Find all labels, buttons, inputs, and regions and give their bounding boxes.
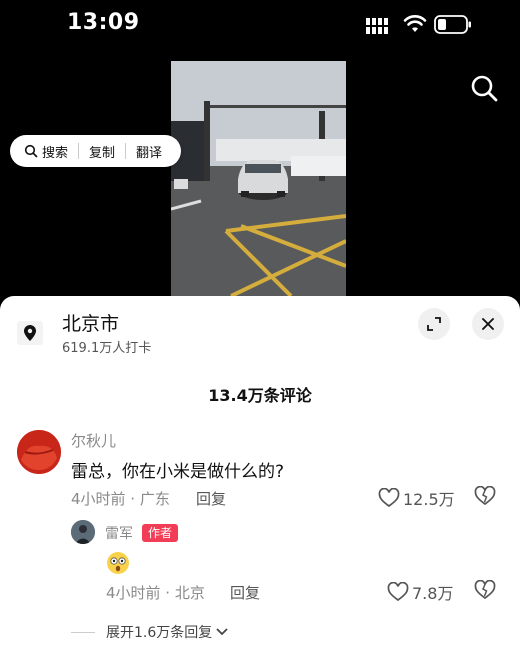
close-icon [482,318,494,330]
surprised-emoji-icon [107,552,129,574]
location-checkins: 619.1万人打卡 [62,341,152,356]
reply-meta: 4小时前 · 北京 [106,584,205,602]
like-count: 12.5万 [403,490,455,509]
divider [125,143,127,159]
broken-heart-icon[interactable] [474,486,496,506]
avatar[interactable] [71,520,95,544]
avatar[interactable] [17,430,61,474]
text-context-menu: 搜索 复制 翻译 [10,135,181,167]
expand-button[interactable] [418,308,450,340]
heart-icon [387,582,409,602]
broken-heart-icon[interactable] [474,580,496,600]
comment-text[interactable]: 雷总，你在小米是做什么的? [71,457,284,482]
location-name[interactable]: 北京市 [62,309,119,336]
heart-icon [378,488,400,508]
like-button[interactable]: 12.5万 [378,486,455,510]
expand-replies-label: 展开1.6万条回复 [106,625,213,641]
author-badge: 作者 [142,524,179,542]
divider [78,143,80,159]
comment-meta: 4小时前 · 广东 [71,490,170,508]
context-search-label: 搜索 [42,145,69,161]
location-pin-icon [17,321,43,345]
expand-icon [427,317,441,331]
reply-author[interactable]: 雷军 [105,523,133,543]
search-icon [24,144,38,158]
context-search-button[interactable]: 搜索 [24,142,68,161]
video-frame[interactable] [171,61,346,296]
expand-replies-button[interactable]: 展开1.6万条回复 [106,622,229,642]
status-bar: 13:09 [0,0,520,52]
close-button[interactable] [472,308,504,340]
like-button[interactable]: 7.8万 [387,580,453,604]
context-translate-label: 翻译 [136,145,163,161]
context-copy-button[interactable]: 复制 [89,142,115,161]
reply-button[interactable]: 回复 [196,488,226,509]
wifi-icon [403,15,427,32]
chevron-down-icon [216,628,228,636]
reply-button[interactable]: 回复 [230,582,260,603]
comment-count: 13.4万条评论 [208,386,312,405]
search-icon[interactable] [468,72,500,104]
battery-icon [434,15,471,34]
like-count: 7.8万 [412,584,454,603]
context-translate-button[interactable]: 翻译 [136,142,162,161]
cellular-signal-icon [366,18,388,34]
divider [71,632,95,633]
status-time: 13:09 [67,10,140,35]
comment-author[interactable]: 尔秋儿 [71,430,116,451]
context-copy-label: 复制 [89,145,116,161]
